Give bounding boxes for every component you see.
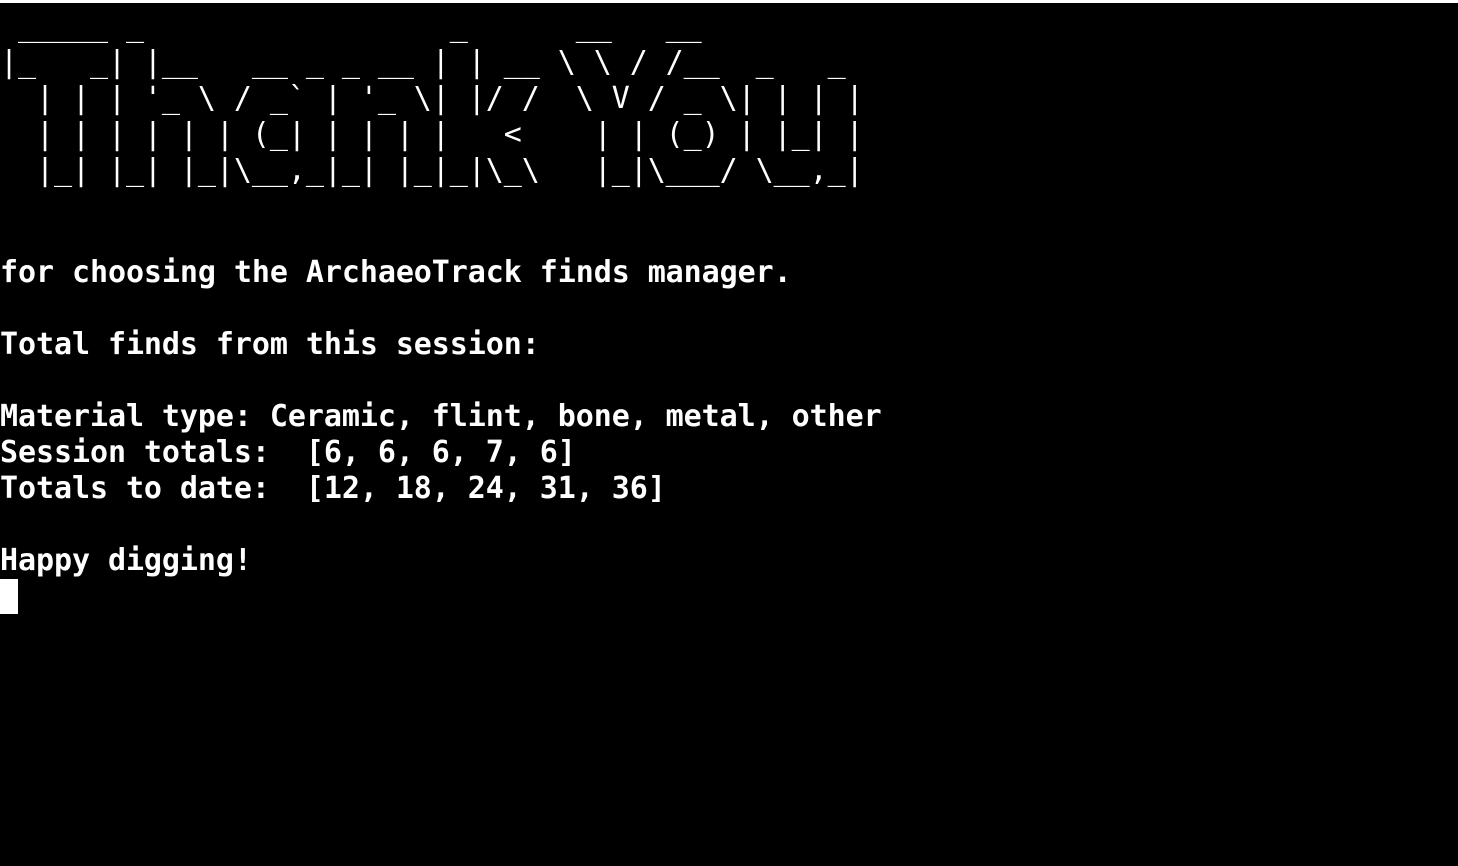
ascii-banner-line-2: |_ _| |__ __ _ _ __ | | __ \ \ / /__ _ _ [0,45,846,80]
ascii-banner-line-3: | | | '_ \ / _` | '_ \| |/ / \ V / _ \| … [0,81,864,116]
ascii-banner-line-1: _____ _ _ __ __ [0,9,702,44]
farewell-message: Happy digging! [0,543,252,578]
material-types-line: Material type: Ceramic, flint, bone, met… [0,399,882,434]
session-totals-line: Session totals: [6, 6, 6, 7, 6] [0,435,576,470]
session-summary-heading: Total finds from this session: [0,327,540,362]
thanks-message: for choosing the ArchaeoTrack finds mana… [0,255,792,290]
ascii-banner-line-4: | | | | | | (_| | | | | < | | (_) | |_| … [0,117,864,152]
totals-to-date-line: Totals to date: [12, 18, 24, 31, 36] [0,471,666,506]
terminal-window[interactable]: _____ _ _ __ __ |_ _| |__ __ _ _ __ | | … [0,3,1458,866]
ascii-banner-line-5: |_| |_| |_|\__,_|_| |_|_|\_\ |_|\___/ \_… [0,153,864,188]
terminal-cursor [0,579,18,614]
